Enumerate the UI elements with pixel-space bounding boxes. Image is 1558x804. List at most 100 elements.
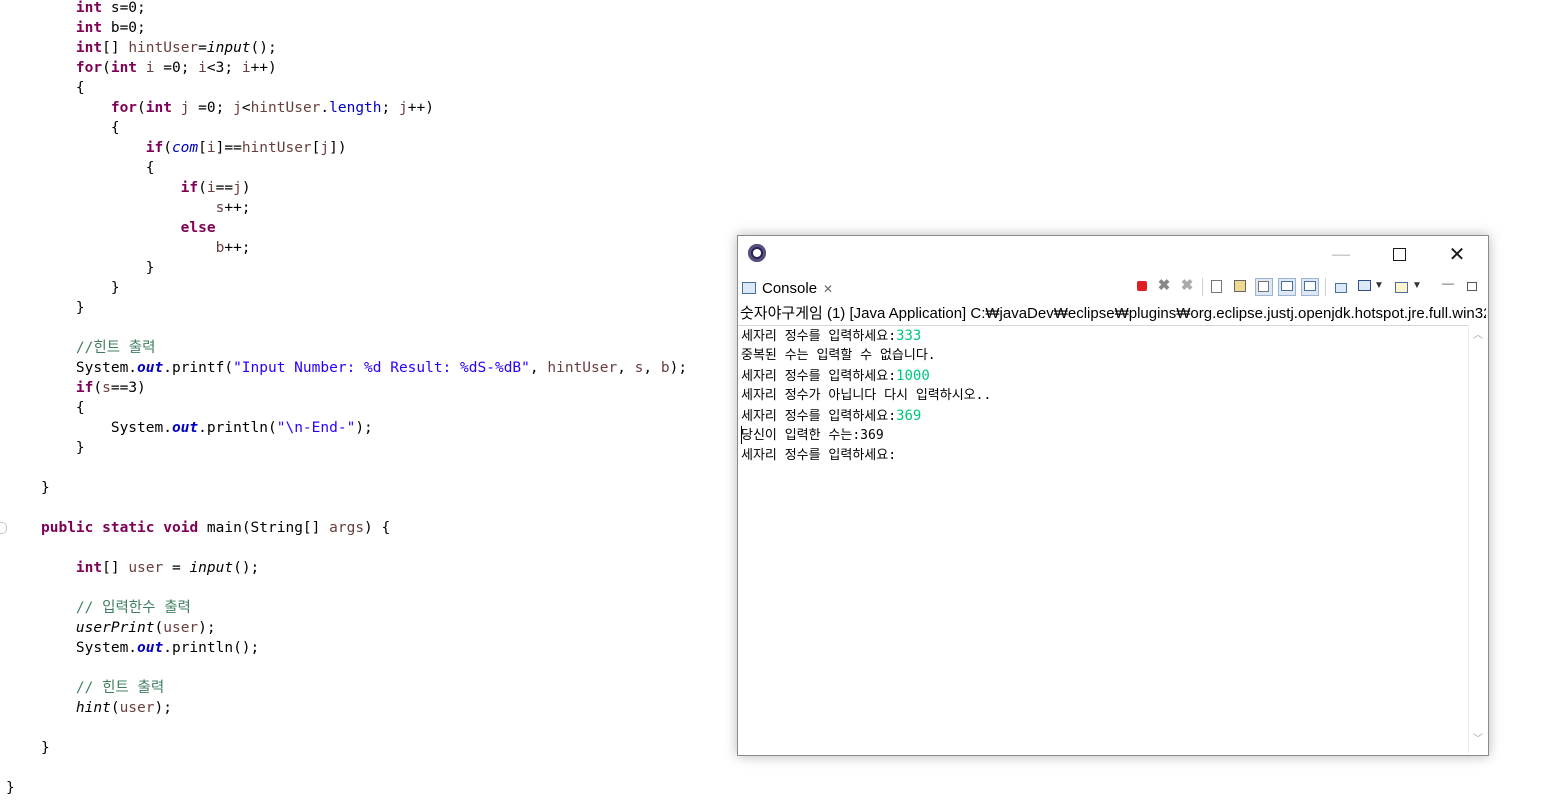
code-token: for bbox=[41, 100, 138, 116]
console-output[interactable]: 세자리 정수를 입력하세요:333 중복된 수는 입력할 수 없습니다. 세자리 정… bbox=[738, 325, 1468, 754]
scroll-lock-icon[interactable] bbox=[1232, 278, 1248, 294]
tab-console[interactable]: Console ✕ bbox=[742, 278, 833, 300]
code-line: // 힌트 출력 bbox=[41, 678, 164, 698]
open-console-icon[interactable] bbox=[1393, 278, 1409, 294]
code-token: hintUser bbox=[250, 100, 321, 116]
code-token: if bbox=[41, 380, 94, 396]
code-token: ); bbox=[154, 700, 172, 716]
console-prompt-text: 당신이 입력한 수는:369 bbox=[741, 428, 884, 443]
code-token: ==3) bbox=[110, 380, 146, 396]
console-window: — ✕ Console ✕ ✖ ✖ ▼ ▼ — 숫자야구게임 (1) [Java … bbox=[737, 235, 1489, 756]
toolbar-separator bbox=[1325, 278, 1326, 296]
code-token: } bbox=[6, 780, 15, 796]
text-caret bbox=[741, 426, 742, 444]
code-line: if(s==3) bbox=[41, 378, 146, 398]
code-token: (); bbox=[233, 560, 260, 576]
minimize-button[interactable]: — bbox=[1312, 236, 1370, 272]
code-token: ( bbox=[93, 380, 103, 396]
toolbar-separator bbox=[1202, 278, 1203, 296]
code-line: userPrint(user); bbox=[41, 618, 216, 638]
code-line: { bbox=[41, 118, 120, 138]
code-token: "\n-End-" bbox=[276, 420, 356, 436]
code-token: ); bbox=[669, 360, 688, 376]
show-on-stderr-icon[interactable] bbox=[1301, 278, 1319, 296]
code-token: length bbox=[329, 100, 382, 116]
code-token: ); bbox=[198, 620, 216, 636]
code-token: hintUser bbox=[128, 40, 199, 56]
code-token: , bbox=[617, 360, 635, 376]
code-token: // 힌트 출력 bbox=[41, 680, 165, 696]
window-titlebar[interactable]: — ✕ bbox=[738, 236, 1488, 272]
pin-console-icon[interactable] bbox=[1333, 278, 1349, 294]
code-token: { bbox=[41, 400, 85, 416]
code-line: public static void main(String[] args) { bbox=[41, 518, 390, 538]
code-token: ) { bbox=[364, 520, 391, 536]
console-prompt-text: 중복된 수는 입력할 수 없습니다. bbox=[741, 348, 936, 363]
code-token: i bbox=[206, 180, 216, 196]
code-token: ( bbox=[137, 100, 146, 116]
console-output-line: 세자리 정수를 입력하세요: bbox=[741, 446, 896, 466]
terminate-icon[interactable] bbox=[1134, 278, 1150, 294]
remove-all-terminated-icon[interactable]: ✖ bbox=[1179, 278, 1195, 294]
view-minimize-icon[interactable]: — bbox=[1442, 277, 1458, 294]
code-token: System. bbox=[41, 640, 138, 656]
code-token: = bbox=[198, 40, 207, 56]
word-wrap-icon[interactable] bbox=[1255, 278, 1273, 296]
maximize-button[interactable] bbox=[1370, 236, 1428, 272]
code-token: user bbox=[119, 700, 155, 716]
display-console-dropdown-icon[interactable]: ▼ bbox=[1374, 278, 1390, 294]
code-line: //힌트 출력 bbox=[41, 338, 156, 358]
code-token: hintUser bbox=[547, 360, 618, 376]
code-token: int bbox=[41, 560, 103, 576]
code-token: ( bbox=[163, 140, 172, 156]
display-selected-console-icon[interactable] bbox=[1356, 278, 1372, 294]
code-token: args bbox=[329, 520, 365, 536]
console-prompt-text: 세자리 정수를 입력하세요: bbox=[741, 409, 897, 424]
code-line: { bbox=[41, 398, 85, 418]
code-token: ++; bbox=[224, 200, 251, 216]
code-token: } bbox=[41, 440, 85, 456]
code-line: } bbox=[41, 278, 120, 298]
remove-launch-icon[interactable]: ✖ bbox=[1156, 278, 1172, 294]
code-token: == bbox=[215, 180, 234, 196]
scroll-down-icon[interactable]: ﹀ bbox=[1473, 735, 1483, 745]
scroll-up-icon[interactable]: ︿ bbox=[1473, 331, 1483, 341]
code-token: ) bbox=[241, 180, 251, 196]
code-token: ( bbox=[154, 620, 164, 636]
code-token: int bbox=[41, 40, 103, 56]
code-line: System.out.println(); bbox=[41, 638, 259, 658]
code-line: for(int i =0; i<3; i++) bbox=[41, 58, 277, 78]
code-line: // 입력한수 출력 bbox=[41, 598, 191, 618]
view-maximize-icon[interactable] bbox=[1465, 278, 1481, 294]
code-token: ]) bbox=[329, 140, 347, 156]
code-token: j bbox=[233, 180, 242, 196]
code-token: } bbox=[41, 280, 120, 296]
code-line: hint(user); bbox=[41, 698, 172, 718]
code-line: } bbox=[41, 438, 85, 458]
code-token: int bbox=[145, 100, 172, 116]
code-token: .println(); bbox=[163, 640, 260, 656]
tab-close-icon[interactable]: ✕ bbox=[823, 282, 833, 296]
code-token: out bbox=[137, 360, 164, 376]
code-token: [] bbox=[102, 40, 129, 56]
code-token: <3; bbox=[206, 60, 242, 76]
code-token: b=0; bbox=[102, 20, 146, 36]
code-line: for(int j =0; j<hintUser.length; j++) bbox=[41, 98, 434, 118]
code-token: ]== bbox=[215, 140, 242, 156]
open-console-dropdown-icon[interactable]: ▼ bbox=[1412, 278, 1428, 294]
tab-console-label: Console bbox=[762, 280, 818, 297]
show-on-stdout-icon[interactable] bbox=[1278, 278, 1296, 296]
fold-marker-icon[interactable] bbox=[0, 522, 7, 534]
close-button[interactable]: ✕ bbox=[1428, 236, 1486, 272]
code-token: ( bbox=[198, 180, 207, 196]
code-line: b++; bbox=[41, 238, 251, 258]
console-output-line: 당신이 입력한 수는:369 bbox=[741, 426, 884, 446]
vertical-scrollbar[interactable]: ︿ ﹀ bbox=[1468, 325, 1488, 753]
clear-console-icon[interactable] bbox=[1209, 278, 1225, 294]
code-token: , bbox=[529, 360, 548, 376]
code-token: int bbox=[41, 20, 103, 36]
code-token: i bbox=[198, 60, 207, 76]
code-line: s++; bbox=[41, 198, 251, 218]
